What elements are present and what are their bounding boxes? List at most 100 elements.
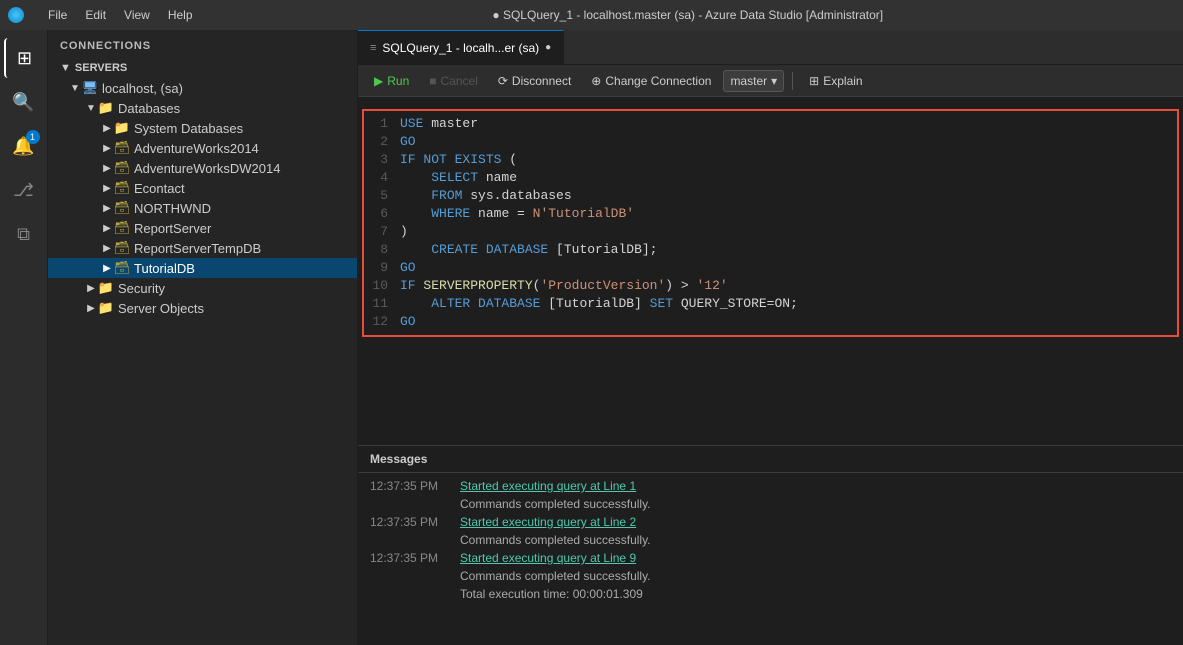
line-number: 8 bbox=[364, 241, 400, 259]
run-label: Run bbox=[387, 74, 409, 88]
explain-label: Explain bbox=[823, 74, 862, 88]
db-icon: 🗃 bbox=[114, 260, 130, 276]
window-title: ● SQLQuery_1 - localhost.master (sa) - A… bbox=[201, 8, 1175, 22]
disconnect-button[interactable]: ⟳ Disconnect bbox=[490, 71, 579, 91]
code-text: IF SERVERPROPERTY('ProductVersion') > '1… bbox=[400, 277, 1177, 295]
tab-bar: ≡ SQLQuery_1 - localh...er (sa) ● bbox=[358, 30, 1183, 65]
code-line: 8 CREATE DATABASE [TutorialDB]; bbox=[364, 241, 1177, 259]
msg-text: Commands completed successfully. bbox=[460, 497, 651, 511]
message-text-row: Commands completed successfully. bbox=[358, 567, 1183, 585]
menu-item-help[interactable]: Help bbox=[160, 6, 201, 24]
app-body: ⊞ 🔍 🔔 1 ⎇ ⧉ CONNECTIONS ▼ SERVERS ▼ 🖥 lo… bbox=[0, 30, 1183, 645]
msg-link[interactable]: Started executing query at Line 1 bbox=[460, 479, 636, 493]
activity-item-search[interactable]: 🔍 bbox=[4, 82, 44, 122]
title-left: FileEditViewHelp bbox=[8, 6, 201, 24]
tree-item-tutorialdb[interactable]: ▶ 🗃 TutorialDB bbox=[48, 258, 357, 278]
chevron: ▶ bbox=[100, 183, 114, 194]
db-select-value: master bbox=[730, 74, 767, 88]
tree-label: Server Objects bbox=[118, 301, 204, 316]
db-select-chevron: ▾ bbox=[771, 74, 777, 88]
tree-label: ReportServer bbox=[134, 221, 211, 236]
change-connection-button[interactable]: ⊕ Change Connection bbox=[583, 71, 719, 91]
activity-item-extensions[interactable]: ⧉ bbox=[4, 214, 44, 254]
run-icon: ▶ bbox=[374, 74, 383, 88]
menu-item-view[interactable]: View bbox=[116, 6, 158, 24]
db-icon: 🗃 bbox=[114, 240, 130, 256]
toolbar: ▶ Run ■ Cancel ⟳ Disconnect ⊕ Change Con… bbox=[358, 65, 1183, 97]
tree-item-reportservertemp[interactable]: ▶ 🗃 ReportServerTempDB bbox=[48, 238, 357, 258]
extensions-icon: ⧉ bbox=[17, 224, 30, 245]
title-bar: FileEditViewHelp ● SQLQuery_1 - localhos… bbox=[0, 0, 1183, 30]
explain-button[interactable]: ⊞ Explain bbox=[801, 71, 870, 91]
activity-item-explorer[interactable]: ⊞ bbox=[4, 38, 44, 78]
editor-content[interactable]: 1USE master2GO3IF NOT EXISTS (4 SELECT n… bbox=[358, 97, 1183, 445]
code-text: CREATE DATABASE [TutorialDB]; bbox=[400, 241, 1177, 259]
line-number: 4 bbox=[364, 169, 400, 187]
code-text: ) bbox=[400, 223, 1177, 241]
tree-item-systemdb[interactable]: ▶ 📁 System Databases bbox=[48, 118, 357, 138]
chevron: ▼ bbox=[68, 83, 82, 94]
msg-link[interactable]: Started executing query at Line 2 bbox=[460, 515, 636, 529]
code-text: GO bbox=[400, 259, 1177, 277]
tree-item-northwnd[interactable]: ▶ 🗃 NORTHWND bbox=[48, 198, 357, 218]
code-border: 1USE master2GO3IF NOT EXISTS (4 SELECT n… bbox=[362, 109, 1179, 337]
code-line: 12GO bbox=[364, 313, 1177, 331]
code-line: 2GO bbox=[364, 133, 1177, 151]
tree-item-reportserver[interactable]: ▶ 🗃 ReportServer bbox=[48, 218, 357, 238]
cancel-button[interactable]: ■ Cancel bbox=[421, 71, 486, 91]
tree-item-adventureworksdw[interactable]: ▶ 🗃 AdventureWorksDW2014 bbox=[48, 158, 357, 178]
msg-time: 12:37:35 PM bbox=[370, 515, 460, 529]
connections-icon: ⊞ bbox=[17, 48, 32, 69]
tree-item-server[interactable]: ▼ 🖥 localhost, (sa) bbox=[48, 78, 357, 98]
servers-section[interactable]: ▼ SERVERS bbox=[48, 58, 357, 78]
tree-item-security[interactable]: ▶ 📁 Security bbox=[48, 278, 357, 298]
db-icon: 🗃 bbox=[114, 220, 130, 236]
msg-link[interactable]: Started executing query at Line 9 bbox=[460, 551, 636, 565]
tree-container: ▼ 🖥 localhost, (sa) ▼ 📁 Databases ▶ 📁 Sy… bbox=[48, 78, 357, 318]
chevron: ▶ bbox=[100, 163, 114, 174]
run-button[interactable]: ▶ Run bbox=[366, 71, 417, 91]
msg-text: Commands completed successfully. bbox=[460, 533, 651, 547]
line-number: 1 bbox=[364, 115, 400, 133]
message-text-row: Total execution time: 00:00:01.309 bbox=[358, 585, 1183, 603]
tree-label: AdventureWorks2014 bbox=[134, 141, 259, 156]
line-number: 10 bbox=[364, 277, 400, 295]
line-number: 11 bbox=[364, 295, 400, 313]
cancel-label: Cancel bbox=[441, 74, 478, 88]
messages-header: Messages bbox=[358, 446, 1183, 473]
disconnect-label: Disconnect bbox=[512, 74, 571, 88]
db-select[interactable]: master ▾ bbox=[723, 70, 784, 92]
folder-icon: 📁 bbox=[114, 120, 130, 136]
activity-bar: ⊞ 🔍 🔔 1 ⎇ ⧉ bbox=[0, 30, 48, 645]
chevron: ▶ bbox=[100, 143, 114, 154]
activity-item-notifications[interactable]: 🔔 1 bbox=[4, 126, 44, 166]
tree-item-databases[interactable]: ▼ 📁 Databases bbox=[48, 98, 357, 118]
chevron: ▶ bbox=[84, 303, 98, 314]
db-icon: 🗃 bbox=[114, 140, 130, 156]
app-icon bbox=[8, 7, 24, 23]
disconnect-icon: ⟳ bbox=[498, 74, 508, 88]
db-icon: 🗃 bbox=[114, 180, 130, 196]
code-text: GO bbox=[400, 133, 1177, 151]
menu-item-edit[interactable]: Edit bbox=[77, 6, 114, 24]
activity-item-git[interactable]: ⎇ bbox=[4, 170, 44, 210]
tree-label: localhost, (sa) bbox=[102, 81, 183, 96]
code-line: 5 FROM sys.databases bbox=[364, 187, 1177, 205]
chevron: ▶ bbox=[100, 203, 114, 214]
line-number: 7 bbox=[364, 223, 400, 241]
cancel-icon: ■ bbox=[429, 74, 436, 88]
explain-icon: ⊞ bbox=[809, 74, 819, 88]
sql-query-tab[interactable]: ≡ SQLQuery_1 - localh...er (sa) ● bbox=[358, 30, 564, 64]
code-line: 9GO bbox=[364, 259, 1177, 277]
tree-item-econtact[interactable]: ▶ 🗃 Econtact bbox=[48, 178, 357, 198]
tree-item-adventureworks[interactable]: ▶ 🗃 AdventureWorks2014 bbox=[48, 138, 357, 158]
msg-time: 12:37:35 PM bbox=[370, 479, 460, 493]
code-text: USE master bbox=[400, 115, 1177, 133]
editor-area: ≡ SQLQuery_1 - localh...er (sa) ● ▶ Run … bbox=[358, 30, 1183, 645]
tree-item-serverobjects[interactable]: ▶ 📁 Server Objects bbox=[48, 298, 357, 318]
toolbar-divider bbox=[792, 72, 793, 90]
menu-item-file[interactable]: File bbox=[40, 6, 75, 24]
editor-pane: 1USE master2GO3IF NOT EXISTS (4 SELECT n… bbox=[358, 97, 1183, 645]
line-number: 3 bbox=[364, 151, 400, 169]
db-icon: 🗃 bbox=[114, 200, 130, 216]
